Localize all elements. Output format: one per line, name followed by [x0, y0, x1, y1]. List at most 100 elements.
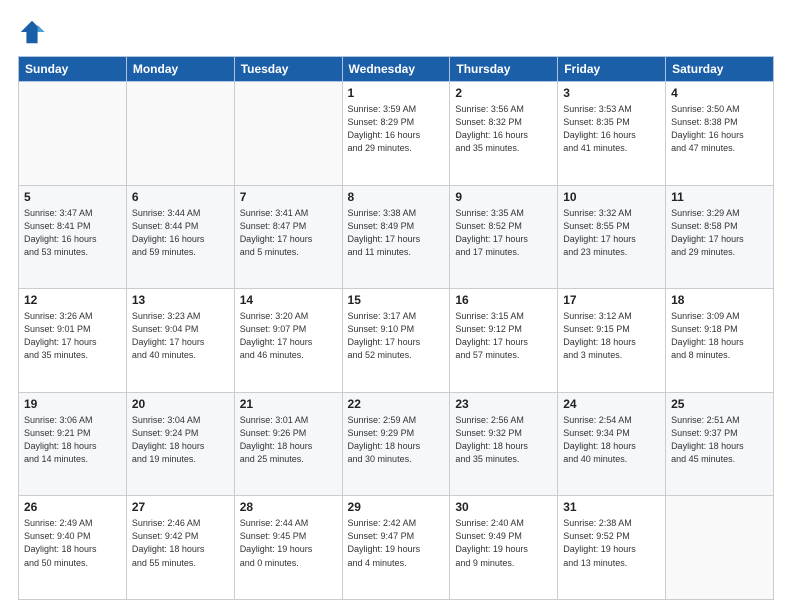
- calendar-cell: 24Sunrise: 2:54 AM Sunset: 9:34 PM Dayli…: [558, 392, 666, 496]
- day-number: 24: [563, 397, 660, 411]
- calendar-cell: 13 Sunrise: 3:23 AM Sunset: 9:04 PM Dayli…: [126, 289, 234, 393]
- weekday-header-row: SundayMondayTuesdayWednesdayThursdayFrid…: [19, 57, 774, 82]
- day-number: 5: [24, 190, 121, 204]
- calendar-cell: 25 Sunrise: 2:51 AM Sunset: 9:37 PM Dayli…: [666, 392, 774, 496]
- day-number: 20: [132, 397, 229, 411]
- calendar-cell: 12Sunrise: 3:26 AM Sunset: 9:01 PM Dayli…: [19, 289, 127, 393]
- calendar-week-2: 5 Sunrise: 3:47 AM Sunset: 8:41 PM Daylig…: [19, 185, 774, 289]
- day-info: Sunrise: 2:51 AM Sunset: 9:37 PM Dayligh…: [671, 414, 768, 466]
- day-info: Sunrise: 3:47 AM Sunset: 8:41 PM Dayligh…: [24, 207, 121, 259]
- day-number: 28: [240, 500, 337, 514]
- day-info: Sunrise: 3:32 AM Sunset: 8:55 PM Dayligh…: [563, 207, 660, 259]
- day-number: 14: [240, 293, 337, 307]
- day-info: Sunrise: 3:44 AM Sunset: 8:44 PM Dayligh…: [132, 207, 229, 259]
- day-info: Sunrise: 3:20 AM Sunset: 9:07 PM Dayligh…: [240, 310, 337, 362]
- day-number: 18: [671, 293, 768, 307]
- day-number: 6: [132, 190, 229, 204]
- day-number: 15: [348, 293, 445, 307]
- day-number: 13: [132, 293, 229, 307]
- calendar-week-4: 19Sunrise: 3:06 AM Sunset: 9:21 PM Dayli…: [19, 392, 774, 496]
- logo: [18, 18, 50, 46]
- calendar-cell: 5 Sunrise: 3:47 AM Sunset: 8:41 PM Daylig…: [19, 185, 127, 289]
- calendar-cell: 26Sunrise: 2:49 AM Sunset: 9:40 PM Dayli…: [19, 496, 127, 600]
- calendar-week-5: 26Sunrise: 2:49 AM Sunset: 9:40 PM Dayli…: [19, 496, 774, 600]
- calendar-cell: 27 Sunrise: 2:46 AM Sunset: 9:42 PM Dayli…: [126, 496, 234, 600]
- day-info: Sunrise: 3:38 AM Sunset: 8:49 PM Dayligh…: [348, 207, 445, 259]
- calendar-cell: 30 Sunrise: 2:40 AM Sunset: 9:49 PM Dayli…: [450, 496, 558, 600]
- day-number: 29: [348, 500, 445, 514]
- day-number: 1: [348, 86, 445, 100]
- calendar-week-1: 1 Sunrise: 3:59 AM Sunset: 8:29 PM Daylig…: [19, 82, 774, 186]
- day-info: Sunrise: 2:49 AM Sunset: 9:40 PM Dayligh…: [24, 517, 121, 569]
- calendar-cell: 15 Sunrise: 3:17 AM Sunset: 9:10 PM Dayli…: [342, 289, 450, 393]
- weekday-header-thursday: Thursday: [450, 57, 558, 82]
- day-number: 21: [240, 397, 337, 411]
- day-info: Sunrise: 2:38 AM Sunset: 9:52 PM Dayligh…: [563, 517, 660, 569]
- weekday-header-monday: Monday: [126, 57, 234, 82]
- day-info: Sunrise: 3:17 AM Sunset: 9:10 PM Dayligh…: [348, 310, 445, 362]
- day-number: 2: [455, 86, 552, 100]
- day-info: Sunrise: 2:40 AM Sunset: 9:49 PM Dayligh…: [455, 517, 552, 569]
- calendar-cell: 20 Sunrise: 3:04 AM Sunset: 9:24 PM Dayli…: [126, 392, 234, 496]
- day-number: 31: [563, 500, 660, 514]
- day-info: Sunrise: 3:29 AM Sunset: 8:58 PM Dayligh…: [671, 207, 768, 259]
- calendar-cell: 9Sunrise: 3:35 AM Sunset: 8:52 PM Daylig…: [450, 185, 558, 289]
- day-info: Sunrise: 3:35 AM Sunset: 8:52 PM Dayligh…: [455, 207, 552, 259]
- day-number: 17: [563, 293, 660, 307]
- weekday-header-saturday: Saturday: [666, 57, 774, 82]
- page: SundayMondayTuesdayWednesdayThursdayFrid…: [0, 0, 792, 612]
- weekday-header-sunday: Sunday: [19, 57, 127, 82]
- day-number: 30: [455, 500, 552, 514]
- calendar-cell: 8 Sunrise: 3:38 AM Sunset: 8:49 PM Daylig…: [342, 185, 450, 289]
- day-number: 22: [348, 397, 445, 411]
- logo-icon: [18, 18, 46, 46]
- calendar-cell: [126, 82, 234, 186]
- day-info: Sunrise: 3:56 AM Sunset: 8:32 PM Dayligh…: [455, 103, 552, 155]
- calendar-cell: [666, 496, 774, 600]
- day-number: 25: [671, 397, 768, 411]
- calendar-table: SundayMondayTuesdayWednesdayThursdayFrid…: [18, 56, 774, 600]
- calendar-cell: 18 Sunrise: 3:09 AM Sunset: 9:18 PM Dayli…: [666, 289, 774, 393]
- day-number: 16: [455, 293, 552, 307]
- calendar-cell: 6 Sunrise: 3:44 AM Sunset: 8:44 PM Daylig…: [126, 185, 234, 289]
- day-number: 11: [671, 190, 768, 204]
- weekday-header-friday: Friday: [558, 57, 666, 82]
- day-number: 23: [455, 397, 552, 411]
- calendar-cell: 19Sunrise: 3:06 AM Sunset: 9:21 PM Dayli…: [19, 392, 127, 496]
- calendar-cell: 2 Sunrise: 3:56 AM Sunset: 8:32 PM Daylig…: [450, 82, 558, 186]
- day-number: 8: [348, 190, 445, 204]
- weekday-header-wednesday: Wednesday: [342, 57, 450, 82]
- calendar-cell: 23 Sunrise: 2:56 AM Sunset: 9:32 PM Dayli…: [450, 392, 558, 496]
- day-info: Sunrise: 3:01 AM Sunset: 9:26 PM Dayligh…: [240, 414, 337, 466]
- day-info: Sunrise: 3:59 AM Sunset: 8:29 PM Dayligh…: [348, 103, 445, 155]
- calendar-cell: [19, 82, 127, 186]
- day-info: Sunrise: 3:15 AM Sunset: 9:12 PM Dayligh…: [455, 310, 552, 362]
- calendar-cell: 17Sunrise: 3:12 AM Sunset: 9:15 PM Dayli…: [558, 289, 666, 393]
- day-number: 3: [563, 86, 660, 100]
- day-info: Sunrise: 2:42 AM Sunset: 9:47 PM Dayligh…: [348, 517, 445, 569]
- calendar-cell: 22Sunrise: 2:59 AM Sunset: 9:29 PM Dayli…: [342, 392, 450, 496]
- calendar-cell: 11 Sunrise: 3:29 AM Sunset: 8:58 PM Dayli…: [666, 185, 774, 289]
- day-info: Sunrise: 2:56 AM Sunset: 9:32 PM Dayligh…: [455, 414, 552, 466]
- day-info: Sunrise: 3:53 AM Sunset: 8:35 PM Dayligh…: [563, 103, 660, 155]
- day-number: 19: [24, 397, 121, 411]
- calendar-cell: 4Sunrise: 3:50 AM Sunset: 8:38 PM Daylig…: [666, 82, 774, 186]
- calendar-cell: 28 Sunrise: 2:44 AM Sunset: 9:45 PM Dayli…: [234, 496, 342, 600]
- weekday-header-tuesday: Tuesday: [234, 57, 342, 82]
- day-number: 27: [132, 500, 229, 514]
- day-info: Sunrise: 3:09 AM Sunset: 9:18 PM Dayligh…: [671, 310, 768, 362]
- calendar-cell: 31 Sunrise: 2:38 AM Sunset: 9:52 PM Dayli…: [558, 496, 666, 600]
- day-number: 7: [240, 190, 337, 204]
- day-number: 10: [563, 190, 660, 204]
- calendar-cell: 14 Sunrise: 3:20 AM Sunset: 9:07 PM Dayli…: [234, 289, 342, 393]
- day-info: Sunrise: 2:46 AM Sunset: 9:42 PM Dayligh…: [132, 517, 229, 569]
- calendar-cell: 1 Sunrise: 3:59 AM Sunset: 8:29 PM Daylig…: [342, 82, 450, 186]
- day-info: Sunrise: 3:26 AM Sunset: 9:01 PM Dayligh…: [24, 310, 121, 362]
- day-info: Sunrise: 3:04 AM Sunset: 9:24 PM Dayligh…: [132, 414, 229, 466]
- calendar-week-3: 12Sunrise: 3:26 AM Sunset: 9:01 PM Dayli…: [19, 289, 774, 393]
- day-info: Sunrise: 2:44 AM Sunset: 9:45 PM Dayligh…: [240, 517, 337, 569]
- day-info: Sunrise: 3:23 AM Sunset: 9:04 PM Dayligh…: [132, 310, 229, 362]
- calendar-cell: 29 Sunrise: 2:42 AM Sunset: 9:47 PM Dayli…: [342, 496, 450, 600]
- header: [18, 18, 774, 46]
- calendar-cell: 10 Sunrise: 3:32 AM Sunset: 8:55 PM Dayli…: [558, 185, 666, 289]
